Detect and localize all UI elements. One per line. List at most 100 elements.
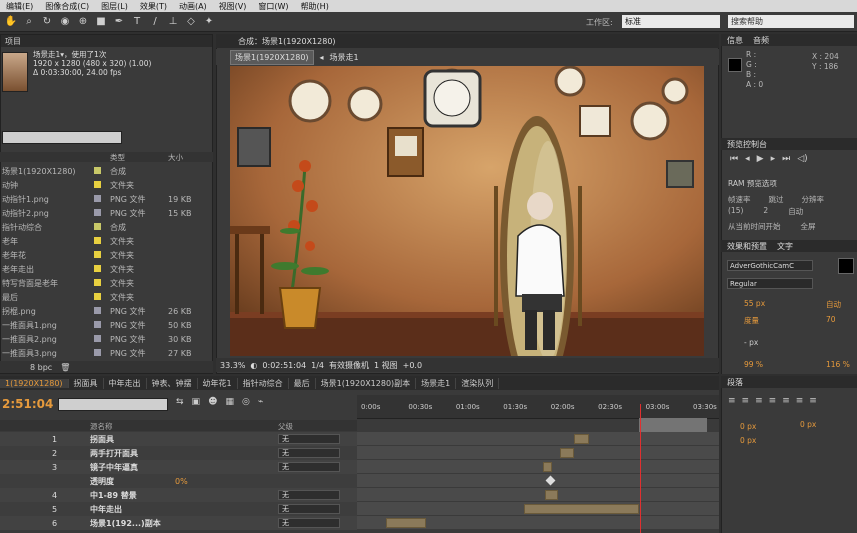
timeline-tab[interactable]: 指针动综合 [238, 377, 289, 389]
bpc-label[interactable]: 8 bpc [30, 363, 52, 372]
label-color-swatch[interactable] [94, 251, 101, 258]
help-search-input[interactable]: 搜索帮助 [728, 15, 854, 28]
project-item[interactable]: 老年 文件夹 [0, 234, 208, 248]
zoom-tool-icon[interactable]: ⌕ [22, 15, 36, 29]
layer-track[interactable] [357, 446, 719, 460]
menu-edit[interactable]: 编辑(E) [0, 1, 39, 12]
layer-row[interactable]: 5 中年走出 无 [0, 502, 357, 516]
info-tab[interactable]: 信息 [727, 35, 743, 46]
layer-duration-bar[interactable] [543, 462, 553, 472]
rectangle-tool-icon[interactable]: ■ [94, 15, 108, 29]
parent-select[interactable]: 无 [278, 462, 340, 472]
hand-tool-icon[interactable]: ✋ [4, 15, 18, 29]
ram-preview-label[interactable]: RAM 预览选项 [728, 178, 777, 189]
project-item[interactable]: 最后 文件夹 [0, 290, 208, 304]
menu-window[interactable]: 窗口(W) [252, 1, 294, 12]
skip-select[interactable]: 2 [763, 206, 768, 217]
label-color-swatch[interactable] [94, 349, 101, 356]
layer-name[interactable]: 透明度 [90, 476, 114, 487]
project-item[interactable]: 拐棍.png PNG 文件 26 KB [0, 304, 208, 318]
rotate-tool-icon[interactable]: ↻ [40, 15, 54, 29]
project-item[interactable]: 动指针1.png PNG 文件 19 KB [0, 192, 208, 206]
project-item[interactable]: 动钟 文件夹 [0, 178, 208, 192]
label-color-swatch[interactable] [94, 321, 101, 328]
vertical-scale-value[interactable]: 99 % [744, 360, 763, 369]
justify-center-icon[interactable]: ≡ [782, 396, 790, 406]
puppet-tool-icon[interactable]: ✦ [202, 15, 216, 29]
font-size-value[interactable]: 55 px [744, 299, 765, 308]
timeline-tab[interactable]: 幼年花1 [198, 377, 238, 389]
play-icon[interactable]: ▶ [757, 154, 764, 164]
indent-right-value[interactable]: 0 px [800, 420, 816, 429]
parent-select[interactable]: 无 [278, 504, 340, 514]
exposure-value[interactable]: +0.0 [403, 361, 422, 370]
stroke-width-value[interactable]: - px [744, 338, 758, 347]
zoom-select[interactable]: 33.3% [220, 361, 245, 370]
parent-select[interactable]: 无 [278, 448, 340, 458]
layer-name[interactable]: 中年走出 [90, 504, 122, 515]
timeline-tab[interactable]: 拐面具 [69, 377, 104, 389]
audio-tab[interactable]: 音频 [753, 35, 769, 46]
label-color-swatch[interactable] [94, 223, 101, 230]
project-item[interactable]: 一推面具3.png PNG 文件 27 KB [0, 346, 208, 360]
justify-right-icon[interactable]: ≡ [796, 396, 804, 406]
fps-select[interactable]: (15) [728, 206, 743, 217]
label-color-swatch[interactable] [94, 181, 101, 188]
project-item[interactable]: 指针动综合 合成 [0, 220, 208, 234]
motion-blur-icon[interactable]: ◎ [242, 397, 250, 407]
timeline-tab[interactable]: 渲染队列 [456, 377, 500, 389]
layer-name[interactable]: 镜子中年逼真 [90, 462, 138, 473]
mute-icon[interactable]: ◁) [797, 154, 807, 164]
full-screen-checkbox[interactable]: 全屏 [801, 221, 816, 232]
label-color-swatch[interactable] [94, 195, 101, 202]
project-item[interactable]: 一推面具1.png PNG 文件 50 KB [0, 318, 208, 332]
resolution-select[interactable]: 自动 [788, 206, 803, 217]
parent-header[interactable]: 父级 [278, 421, 293, 432]
work-area-bar[interactable] [639, 418, 707, 432]
resolution-select[interactable]: 1/4 [311, 361, 324, 370]
layer-duration-bar[interactable] [545, 490, 558, 500]
type-tool-icon[interactable]: T [130, 15, 144, 29]
composition-viewer[interactable] [230, 66, 704, 356]
from-current-checkbox[interactable]: 从当前时间开始 [728, 221, 781, 232]
frame-blending-icon[interactable]: ▦ [225, 397, 234, 407]
next-frame-icon[interactable]: ▸ [771, 154, 776, 164]
layer-row[interactable]: 3 镜子中年逼真 无 [0, 460, 357, 474]
project-item[interactable]: 场景1(1920X1280) 合成 [0, 164, 208, 178]
pen-tool-icon[interactable]: ✒ [112, 15, 126, 29]
keyframe-icon[interactable] [545, 475, 556, 486]
label-color-swatch[interactable] [94, 237, 101, 244]
layer-name[interactable]: 两手打开面具 [90, 448, 138, 459]
brush-tool-icon[interactable]: / [148, 15, 162, 29]
draft-3d-icon[interactable]: ▣ [192, 397, 201, 407]
layer-track[interactable] [357, 502, 719, 516]
timeline-tab[interactable]: 1(1920X1280) [0, 378, 69, 388]
active-camera-select[interactable]: 有效摄像机 [329, 360, 369, 371]
fill-color-swatch[interactable] [838, 258, 854, 274]
menu-layer[interactable]: 图层(L) [95, 1, 134, 12]
timeline-tab[interactable]: 场景1(1920X1280)副本 [316, 377, 417, 389]
layer-name[interactable]: 场景1(192...)副本 [90, 518, 161, 529]
parent-select[interactable]: 无 [278, 434, 340, 444]
timeline-tab[interactable]: 中年走出 [104, 377, 147, 389]
justify-all-icon[interactable]: ≡ [809, 396, 817, 406]
camera-tool-icon[interactable]: ◉ [58, 15, 72, 29]
eraser-tool-icon[interactable]: ◇ [184, 15, 198, 29]
layer-row[interactable]: 4 中1-89 替景 无 [0, 488, 357, 502]
menu-animation[interactable]: 动画(A) [173, 1, 213, 12]
composition-tab[interactable]: 合成：场景1(1920X1280) [238, 36, 336, 47]
comp-mini-flowchart-icon[interactable]: ⇆ [176, 397, 184, 407]
layer-row[interactable]: 透明度 0% [0, 474, 357, 488]
pan-behind-tool-icon[interactable]: ⊕ [76, 15, 90, 29]
layer-row[interactable]: 1 拐面具 无 [0, 432, 357, 446]
project-item[interactable]: 老年走出 文件夹 [0, 262, 208, 276]
align-right-icon[interactable]: ≡ [755, 396, 763, 406]
layer-row[interactable]: 2 两手打开面具 无 [0, 446, 357, 460]
menu-composition[interactable]: 图像合成(C) [39, 1, 95, 12]
timeline-timecode[interactable]: 2:51:04 [2, 397, 53, 411]
label-color-swatch[interactable] [94, 279, 101, 286]
graph-editor-icon[interactable]: ⌁ [258, 397, 263, 407]
layer-track[interactable] [357, 488, 719, 502]
space-before-value[interactable]: 0 px [740, 434, 756, 448]
layer-duration-bar[interactable] [385, 518, 426, 528]
